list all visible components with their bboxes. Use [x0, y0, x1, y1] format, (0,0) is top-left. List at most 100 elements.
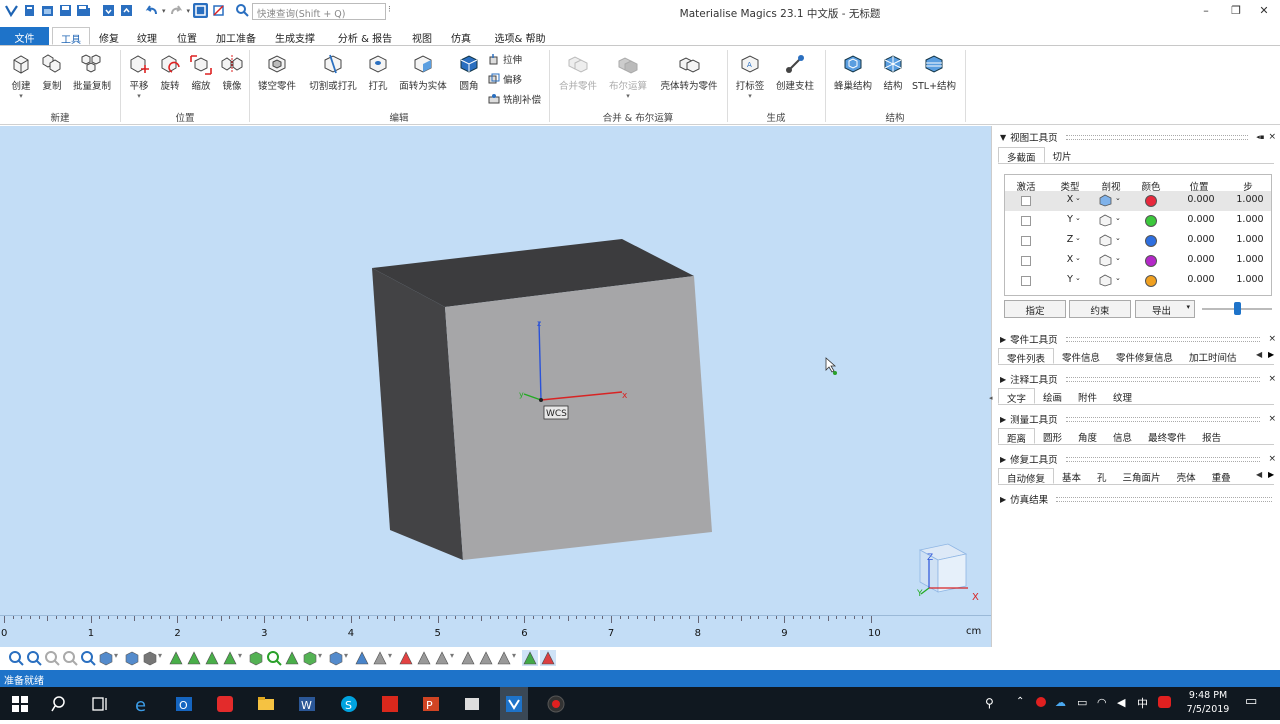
tab-repair[interactable]: 修复 [92, 27, 126, 45]
structure-button[interactable]: 结构 [880, 52, 906, 92]
drag-handle[interactable] [1065, 456, 1261, 462]
position-value[interactable]: 0.000 [1179, 194, 1223, 205]
rotate-button[interactable]: 旋转 [156, 52, 184, 92]
extrude-button[interactable]: 拉伸 [488, 52, 522, 66]
select-icon[interactable] [193, 3, 209, 18]
color-swatch[interactable] [1145, 255, 1157, 267]
zoom-icon[interactable] [8, 650, 24, 666]
windows-start-icon[interactable] [10, 694, 30, 714]
import-icon[interactable] [101, 3, 116, 18]
punch-button[interactable]: 打孔 [365, 52, 391, 92]
tab-angle[interactable]: 角度 [1070, 428, 1105, 444]
tab-overlap[interactable]: 重叠 [1204, 468, 1239, 484]
table-row[interactable]: Y ⌄ ⌄ 0.000 1.000 [1005, 211, 1271, 231]
tab-options-help[interactable]: 选项& 帮助 [488, 27, 552, 45]
tab-view[interactable]: 视图 [405, 27, 439, 45]
drag-handle[interactable] [1056, 496, 1272, 502]
tab-build-time[interactable]: 加工时间估 [1181, 348, 1245, 364]
view-3d-icon[interactable] [98, 650, 114, 666]
drag-handle[interactable] [1065, 134, 1249, 140]
position-value[interactable]: 0.000 [1179, 254, 1223, 265]
dropdown-icon[interactable]: ▾ [318, 651, 322, 660]
tab-basic[interactable]: 基本 [1054, 468, 1089, 484]
merge-parts-button[interactable]: 合并零件 [556, 52, 600, 92]
create-button[interactable]: 创建 ▾ [6, 52, 36, 100]
volume-icon[interactable]: ◀ [1117, 696, 1125, 709]
dropdown-icon[interactable]: ▾ [158, 651, 162, 660]
translate-button[interactable]: 平移 ▾ [126, 52, 152, 100]
tab-distance[interactable]: 距离 [998, 428, 1036, 445]
delete-marked-icon[interactable] [398, 650, 414, 666]
color-swatch[interactable] [1145, 275, 1157, 287]
zoom-all-icon[interactable] [62, 650, 78, 666]
search-icon[interactable] [50, 694, 70, 714]
tab-info[interactable]: 信息 [1105, 428, 1140, 444]
people-icon[interactable]: ⚲ [985, 696, 994, 710]
recorder-icon[interactable] [546, 694, 566, 714]
expand-icon[interactable]: ▶ [1000, 375, 1006, 384]
file-explorer-icon[interactable] [256, 694, 276, 714]
expand-icon[interactable]: ▶ [1000, 455, 1006, 464]
tab-multi-section[interactable]: 多截面 [998, 147, 1045, 164]
tab-slice[interactable]: 切片 [1045, 147, 1080, 163]
chevron-down-icon[interactable]: ⌄ [1115, 234, 1121, 242]
cut-punch-button[interactable]: 切割或打孔 [305, 52, 361, 92]
unmark-all-icon[interactable] [460, 650, 476, 666]
tab-position[interactable]: 位置 [169, 27, 205, 45]
step-value[interactable]: 1.000 [1233, 254, 1267, 265]
dropdown-icon[interactable]: ▾ [450, 651, 454, 660]
create-strut-button[interactable]: 创建支柱 [773, 52, 817, 92]
zoom-part-icon[interactable] [44, 650, 60, 666]
tab-texture[interactable]: 纹理 [130, 27, 164, 45]
scale-button[interactable]: 缩放 [187, 52, 215, 92]
redo-icon[interactable] [169, 3, 184, 18]
section-view-icon[interactable] [1097, 194, 1113, 210]
measure-toolpage-header[interactable]: ▶ 测量工具页 × [1000, 412, 1276, 426]
recording-tray-icon[interactable] [1036, 697, 1046, 707]
mark-overlap-icon[interactable] [478, 650, 494, 666]
fillet-button[interactable]: 圆角 [455, 52, 483, 92]
tab-build-prep[interactable]: 加工准备 [210, 27, 262, 45]
slider-thumb[interactable] [1234, 302, 1241, 315]
boolean-button[interactable]: 布尔运算 ▾ [606, 52, 650, 100]
chevron-down-icon[interactable]: ⌄ [1075, 214, 1081, 222]
undo-icon[interactable] [144, 3, 159, 18]
mark-noise-icon[interactable] [496, 650, 512, 666]
youdao-icon[interactable] [215, 694, 235, 714]
save-icon[interactable] [58, 3, 73, 18]
close-icon[interactable]: × [1268, 334, 1276, 344]
save-all-icon[interactable] [76, 3, 91, 18]
chevron-down-icon[interactable]: ⌄ [1075, 234, 1081, 242]
export-icon[interactable] [119, 3, 134, 18]
stl-structure-button[interactable]: STL+结构 [911, 52, 957, 92]
color-swatch[interactable] [1145, 215, 1157, 227]
assign-button[interactable]: 指定 [1004, 300, 1066, 318]
expand-icon[interactable]: ▶ [1000, 415, 1006, 424]
chevron-down-icon[interactable]: ⌄ [1115, 254, 1121, 262]
wifi-icon[interactable]: ◠ [1097, 696, 1107, 709]
activate-checkbox[interactable] [1021, 256, 1031, 266]
tab-attachment[interactable]: 附件 [1070, 388, 1105, 404]
honeycomb-button[interactable]: 蜂巢结构 [830, 52, 876, 92]
view-mode-icon[interactable] [124, 650, 140, 666]
mark-all-icon[interactable] [434, 650, 450, 666]
tab-file[interactable]: 文件 [0, 27, 49, 45]
pin-icon[interactable]: ◂▪ [1256, 133, 1264, 141]
chevron-down-icon[interactable]: ⌄ [1115, 194, 1121, 202]
zoom-selection-icon[interactable] [80, 650, 96, 666]
tab-scroll-left-icon[interactable]: ◀ [1256, 350, 1262, 359]
step-value[interactable]: 1.000 [1233, 214, 1267, 225]
drag-handle[interactable] [1065, 416, 1261, 422]
close-button[interactable]: ✕ [1253, 4, 1275, 20]
tab-scroll-right-icon[interactable]: ▶ [1268, 350, 1274, 359]
tab-circle[interactable]: 圆形 [1035, 428, 1070, 444]
network-icon[interactable]: ▭ [1077, 696, 1087, 709]
table-row[interactable]: X ⌄ ⌄ 0.000 1.000 [1005, 191, 1271, 211]
collapse-icon[interactable]: ▼ [1000, 133, 1006, 142]
color-swatch[interactable] [1145, 235, 1157, 247]
show-all-icon[interactable] [540, 650, 556, 666]
tab-scroll-left-icon[interactable]: ◀ [1256, 470, 1262, 479]
position-value[interactable]: 0.000 [1179, 234, 1223, 245]
section-view-icon[interactable] [1097, 234, 1113, 250]
section-view-icon[interactable] [1097, 254, 1113, 270]
